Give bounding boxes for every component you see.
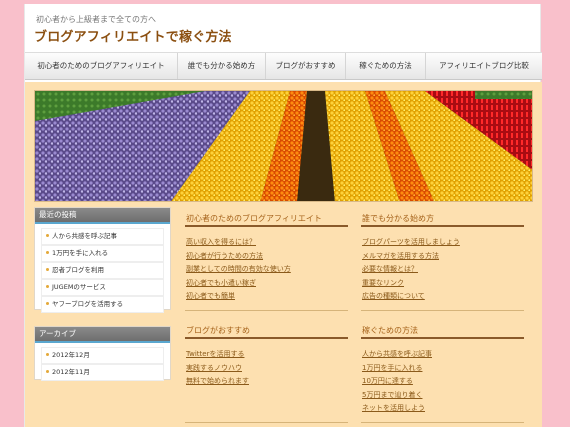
section-title-recommend[interactable]: ブログがおすすめ: [186, 325, 250, 336]
nav-item-compare[interactable]: アフィリエイトブログ比較: [426, 53, 542, 79]
list-item[interactable]: 重要なリンク: [362, 277, 460, 291]
list-item[interactable]: 2012年12月: [41, 347, 164, 364]
list-item[interactable]: メルマガを活用する方法: [362, 250, 460, 264]
list-item[interactable]: 2012年11月: [41, 364, 164, 381]
list-item[interactable]: 初心者でも簡単: [186, 290, 291, 304]
list-item[interactable]: ブログパーツを活用しましょう: [362, 236, 460, 250]
nav-item-beginner[interactable]: 初心者のためのブログアフィリエイト: [25, 53, 178, 79]
list-item[interactable]: 人から共感を呼ぶ記事: [41, 228, 164, 245]
list-item[interactable]: 忍者ブログを利用: [41, 262, 164, 279]
section-links-howto: ブログパーツを活用しましょう メルマガを活用する方法 必要な情報とは？ 重要なリ…: [362, 236, 460, 304]
list-item[interactable]: 5万円まで辿り着く: [362, 389, 432, 403]
section-bottom-rule: [361, 310, 524, 311]
recent-posts-list: 人から共感を呼ぶ記事 1万円を手に入れる 忍者ブログを利用 JUGEMのサービス…: [35, 224, 170, 317]
list-item[interactable]: JUGEMのサービス: [41, 279, 164, 296]
list-item[interactable]: 人から共感を呼ぶ記事: [362, 348, 432, 362]
page-container: 初心者から上級者まで全ての方へ ブログアフィリエイトで稼ぐ方法 初心者のためのブ…: [24, 4, 542, 427]
list-item[interactable]: 1万円を手に入れる: [362, 362, 432, 376]
recent-posts-widget: 最近の投稿 人から共感を呼ぶ記事 1万円を手に入れる 忍者ブログを利用 JUGE…: [34, 207, 171, 313]
header-banner-image: [34, 90, 533, 202]
section-divider: [361, 337, 524, 339]
section-divider: [361, 225, 524, 227]
section-title-howto[interactable]: 誰でも分かる始め方: [362, 213, 434, 224]
list-item[interactable]: 副業としての時間の有効な使い方: [186, 263, 291, 277]
list-item[interactable]: 初心者が行うための方法: [186, 250, 291, 264]
list-item[interactable]: Twitterを活用する: [186, 348, 249, 362]
section-bottom-rule: [361, 422, 524, 423]
archive-list: 2012年12月 2012年11月: [35, 343, 170, 385]
flower-field-illustration: [35, 91, 532, 201]
section-links-recommend: Twitterを活用する 実践するノウハウ 無料で始められます: [186, 348, 249, 389]
list-item[interactable]: 1万円を手に入れる: [41, 245, 164, 262]
main-nav: 初心者のためのブログアフィリエイト 誰でも分かる始め方 ブログがおすすめ 稼ぐた…: [25, 52, 542, 80]
nav-item-earn[interactable]: 稼ぐための方法: [346, 53, 426, 79]
section-links-beginner: 高い収入を得るには？ 初心者が行うための方法 副業としての時間の有効な使い方 初…: [186, 236, 291, 304]
list-item[interactable]: ヤフーブログを活用する: [41, 296, 164, 313]
section-bottom-rule: [185, 422, 348, 423]
nav-item-recommend[interactable]: ブログがおすすめ: [266, 53, 346, 79]
archive-widget: アーカイブ 2012年12月 2012年11月: [34, 326, 171, 381]
nav-item-howto[interactable]: 誰でも分かる始め方: [178, 53, 266, 79]
section-divider: [185, 225, 348, 227]
list-item[interactable]: 高い収入を得るには？: [186, 236, 291, 250]
list-item[interactable]: 初心者でも小遣い稼ぎ: [186, 277, 291, 291]
main-content: 最近の投稿 人から共感を呼ぶ記事 1万円を手に入れる 忍者ブログを利用 JUGE…: [25, 82, 542, 427]
list-item[interactable]: 実践するノウハウ: [186, 362, 249, 376]
recent-posts-title: 最近の投稿: [35, 208, 170, 224]
section-links-earn: 人から共感を呼ぶ記事 1万円を手に入れる 10万円に達する 5万円まで辿り着く …: [362, 348, 432, 416]
list-item[interactable]: 10万円に達する: [362, 375, 432, 389]
site-title[interactable]: ブログアフィリエイトで稼ぐ方法: [34, 26, 232, 45]
list-item[interactable]: 広告の種類について: [362, 290, 460, 304]
section-title-earn[interactable]: 稼ぐための方法: [362, 325, 418, 336]
list-item[interactable]: 必要な情報とは？: [362, 263, 460, 277]
site-tagline: 初心者から上級者まで全ての方へ: [36, 15, 156, 24]
archive-title: アーカイブ: [35, 327, 170, 343]
list-item[interactable]: 無料で始められます: [186, 375, 249, 389]
site-header: 初心者から上級者まで全ての方へ ブログアフィリエイトで稼ぐ方法: [25, 4, 542, 50]
list-item[interactable]: ネットを活用しよう: [362, 402, 432, 416]
section-bottom-rule: [185, 310, 348, 311]
section-title-beginner[interactable]: 初心者のためのブログアフィリエイト: [186, 213, 322, 224]
section-divider: [185, 337, 348, 339]
